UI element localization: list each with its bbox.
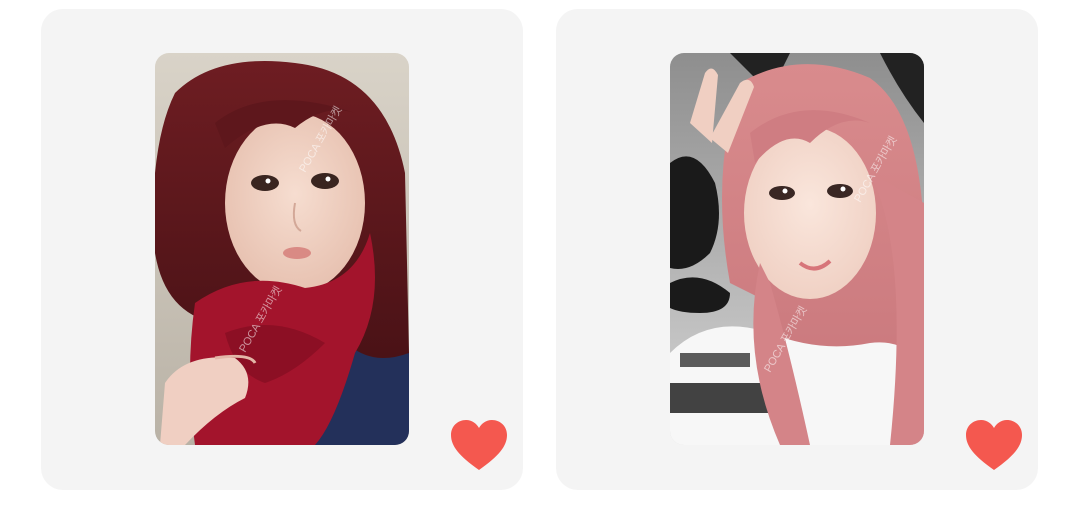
heart-icon	[966, 420, 1022, 470]
photocard-item[interactable]: POCA 포카마켓 POCA 포카마켓	[556, 9, 1038, 490]
photocard-item[interactable]: POCA 포카마켓 POCA 포카마켓	[41, 9, 523, 490]
like-button[interactable]	[964, 418, 1024, 472]
photocard-image[interactable]: POCA 포카마켓 POCA 포카마켓	[670, 53, 924, 445]
heart-icon	[451, 420, 507, 470]
like-button[interactable]	[449, 418, 509, 472]
photocard-grid: POCA 포카마켓 POCA 포카마켓 POCA 포카마켓 POCA 포카마켓	[0, 0, 1079, 509]
photocard-image[interactable]: POCA 포카마켓 POCA 포카마켓	[155, 53, 409, 445]
